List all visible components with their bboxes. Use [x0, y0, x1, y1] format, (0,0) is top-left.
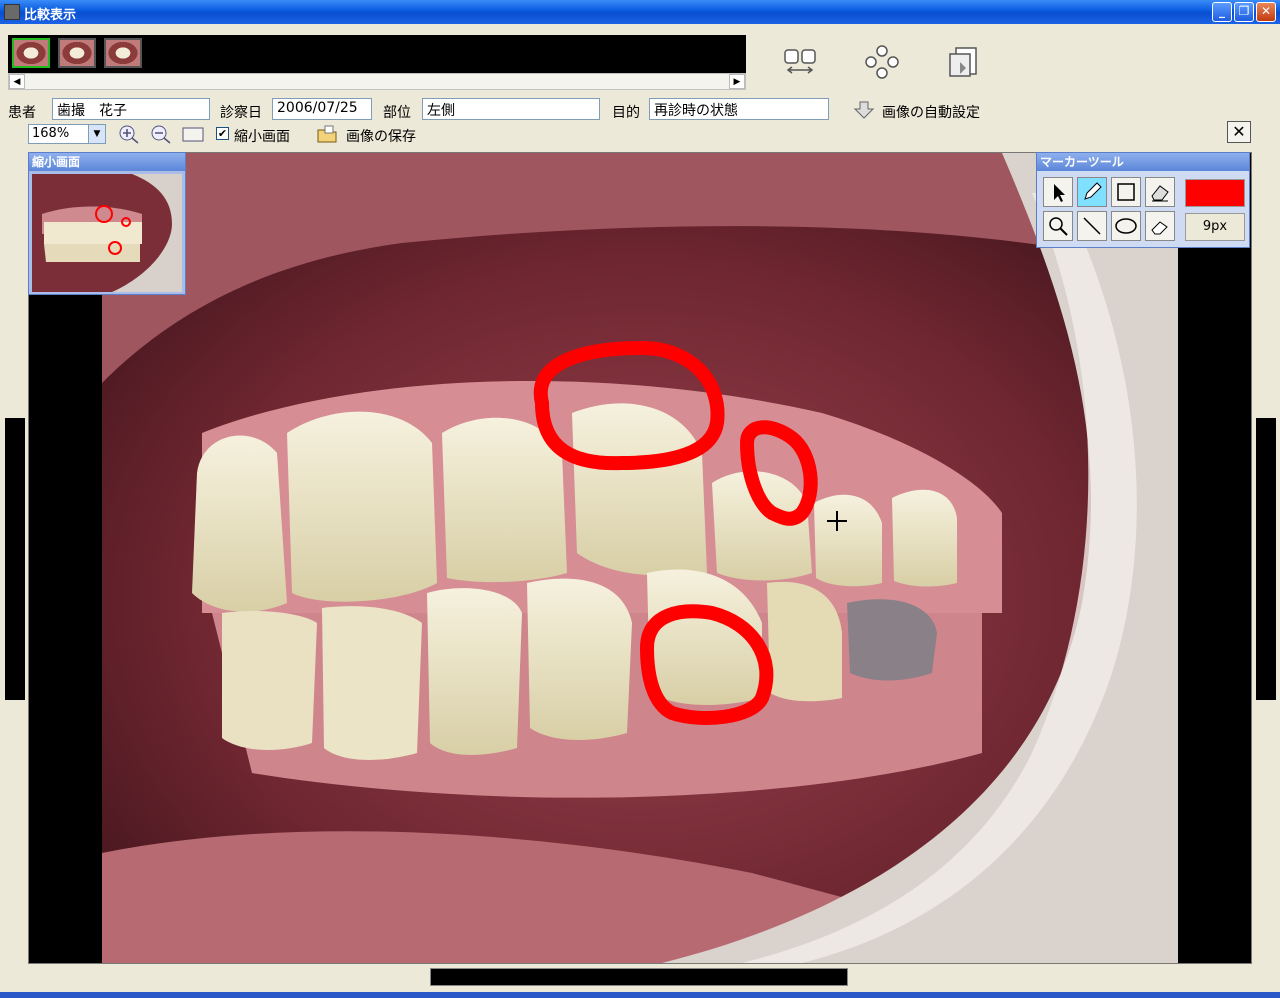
thumbnail-3[interactable]	[104, 38, 142, 68]
minimize-button[interactable]: _	[1212, 2, 1232, 22]
patient-label: 患者	[8, 105, 36, 121]
save-image-label[interactable]: 画像の保存	[346, 126, 416, 146]
scroll-right-button[interactable]: ▶	[729, 74, 745, 89]
mini-dental-thumbnail[interactable]	[32, 174, 182, 292]
window-title: 比較表示	[24, 8, 77, 23]
zoom-in-icon[interactable]	[118, 124, 140, 144]
multi-layout-icon[interactable]	[864, 44, 900, 80]
right-side-bar	[1256, 418, 1276, 700]
rectangle-tool-icon[interactable]	[1111, 177, 1141, 207]
close-viewer-button[interactable]: ✕	[1227, 121, 1251, 143]
date-label: 診察日	[220, 105, 262, 121]
marker-size-field[interactable]: 9px	[1185, 213, 1245, 241]
mini-view-panel[interactable]: 縮小画面	[28, 152, 186, 295]
side-by-side-compare-icon[interactable]	[782, 44, 818, 80]
auto-setting-button[interactable]: 画像の自動設定	[852, 100, 1002, 121]
export-icon[interactable]	[946, 44, 982, 80]
image-viewer[interactable]	[28, 152, 1252, 964]
zoom-value: 168%	[32, 126, 70, 141]
mini-view-label: 縮小画面	[234, 129, 290, 145]
zoom-out-icon[interactable]	[150, 124, 172, 144]
patient-field[interactable]: 歯撮 花子	[52, 98, 210, 120]
purpose-field[interactable]: 再診時の状態	[649, 98, 829, 120]
clear-tool-icon[interactable]	[1145, 177, 1175, 207]
thumbnail-2[interactable]	[58, 38, 96, 68]
left-side-bar	[5, 418, 25, 700]
maximize-button[interactable]: ❐	[1234, 2, 1254, 22]
purpose-label: 目的	[612, 105, 640, 121]
pointer-tool-icon[interactable]	[1043, 177, 1073, 207]
zoom-select[interactable]: 168% ▼	[28, 124, 106, 144]
region-field[interactable]: 左側	[422, 98, 600, 120]
marker-tool-title: マーカーツール	[1037, 153, 1249, 171]
magnifier-tool-icon[interactable]	[1043, 211, 1073, 241]
scroll-left-button[interactable]: ◀	[9, 74, 25, 89]
region-label: 部位	[383, 105, 411, 121]
thumbnail-1[interactable]	[12, 38, 50, 68]
thumbnail-scrollbar[interactable]: ◀ ▶	[8, 73, 746, 90]
eraser-tool-icon[interactable]	[1145, 211, 1175, 241]
down-arrow-icon	[854, 101, 874, 119]
bottom-scrollbar[interactable]	[430, 968, 848, 986]
marker-color-swatch[interactable]	[1185, 179, 1245, 207]
taskbar-edge	[0, 992, 1280, 998]
title-bar: 比較表示 _ ❐ ✕	[0, 0, 1280, 24]
app-icon	[4, 4, 20, 20]
pen-tool-icon[interactable]	[1077, 177, 1107, 207]
line-tool-icon[interactable]	[1077, 211, 1107, 241]
date-field[interactable]: 2006/07/25	[272, 98, 372, 120]
auto-setting-label: 画像の自動設定	[882, 105, 980, 121]
chevron-down-icon[interactable]: ▼	[88, 125, 105, 143]
save-image-icon[interactable]	[316, 124, 338, 144]
marker-tool-panel: マーカーツール 9px	[1036, 152, 1250, 248]
ellipse-tool-icon[interactable]	[1111, 211, 1141, 241]
fit-window-icon[interactable]	[182, 124, 204, 144]
mini-view-title: 縮小画面	[29, 153, 185, 171]
dental-photo[interactable]	[102, 153, 1178, 963]
close-window-button[interactable]: ✕	[1256, 2, 1276, 22]
mini-view-checkbox[interactable]: ✔	[216, 127, 229, 140]
thumbnail-strip	[8, 35, 746, 73]
